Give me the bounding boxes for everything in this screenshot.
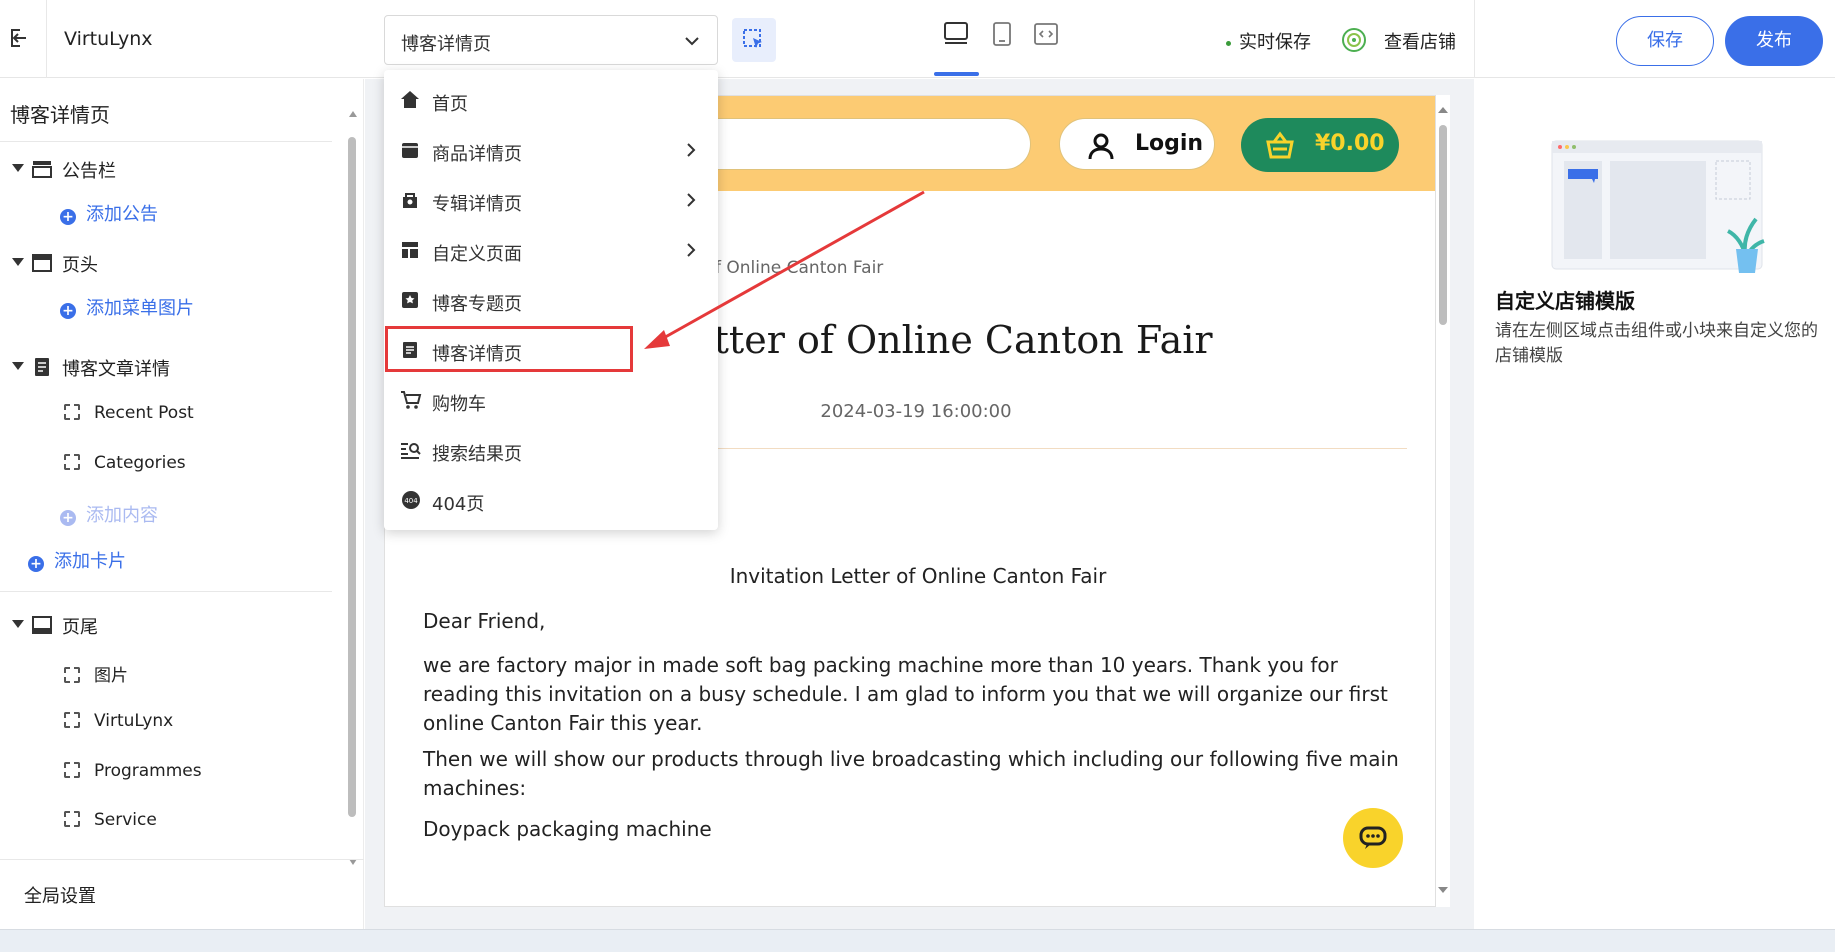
properties-panel: 自定义店铺模版 请在左侧区域点击组件或小块来自定义您的店铺模版 xyxy=(1475,79,1835,929)
panel-description: 请在左侧区域点击组件或小块来自定义您的店铺模版 xyxy=(1495,321,1818,366)
os-taskbar xyxy=(0,929,1835,952)
panel-title: 自定义店铺模版 xyxy=(1495,289,1635,313)
template-illustration-icon xyxy=(1550,139,1770,283)
